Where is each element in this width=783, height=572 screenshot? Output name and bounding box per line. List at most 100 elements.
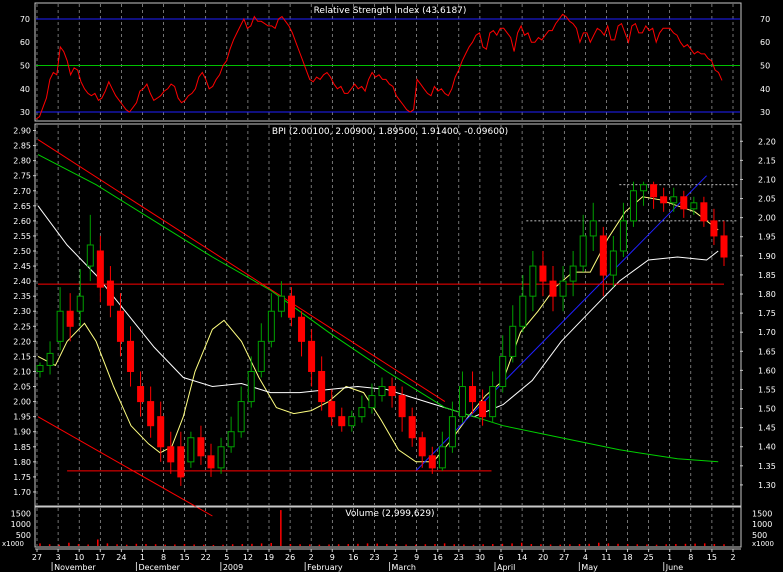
x-day-label: 8 bbox=[688, 553, 693, 562]
candle-body bbox=[398, 395, 406, 418]
price-tick-label: 2.00 bbox=[13, 398, 31, 407]
price-tick-label: 1.40 bbox=[758, 443, 776, 452]
candle-body bbox=[710, 220, 718, 237]
candle-body bbox=[700, 202, 708, 222]
candle-body bbox=[157, 416, 165, 448]
volume-units-left: x1000 bbox=[2, 540, 24, 548]
candle-body bbox=[227, 431, 235, 448]
candle-body bbox=[368, 395, 376, 409]
x-month-label: February bbox=[307, 563, 343, 572]
price-tick-label: 2.85 bbox=[13, 142, 31, 151]
candle-body bbox=[46, 352, 54, 366]
price-tick-label: 1.50 bbox=[758, 405, 776, 414]
price-tick-label: 2.15 bbox=[13, 352, 31, 361]
x-day-label: 3 bbox=[56, 553, 61, 562]
candle-body bbox=[287, 295, 295, 318]
candle-body bbox=[438, 446, 446, 469]
candle-body bbox=[519, 295, 527, 327]
price-tick-label: 1.70 bbox=[758, 328, 776, 337]
x-day-label: 9 bbox=[330, 553, 335, 562]
x-month-label: November bbox=[54, 563, 96, 572]
x-month-label: May bbox=[581, 563, 598, 572]
rsi-title: Relative Strength Index (43.6187) bbox=[314, 6, 467, 16]
volume-tick-label: 500 bbox=[752, 531, 767, 540]
rsi-tick-label: 50 bbox=[760, 61, 770, 70]
x-day-label: 24 bbox=[116, 553, 126, 562]
candle-body bbox=[670, 196, 678, 204]
price-title: BPI (2.00100, 2.00900, 1.89500, 1.91400,… bbox=[272, 127, 508, 137]
x-day-label: 9 bbox=[414, 553, 419, 562]
candle-body bbox=[217, 446, 225, 469]
rsi-tick-label: 40 bbox=[760, 85, 770, 94]
x-month-label: December bbox=[138, 563, 180, 572]
x-day-label: 11 bbox=[601, 553, 611, 562]
rsi-tick-label: 60 bbox=[20, 38, 30, 47]
candle-body bbox=[348, 416, 356, 427]
candle-body bbox=[257, 340, 265, 372]
candle-body bbox=[207, 455, 215, 469]
price-tick-label: 1.95 bbox=[13, 413, 31, 422]
x-day-label: 25 bbox=[644, 553, 654, 562]
candle-body bbox=[458, 386, 466, 418]
candle-body bbox=[267, 310, 275, 342]
price-tick-label: 1.80 bbox=[758, 290, 776, 299]
price-tick-label: 1.85 bbox=[758, 271, 776, 280]
candle-body bbox=[589, 220, 597, 237]
x-day-label: 1 bbox=[140, 553, 145, 562]
candle-body bbox=[187, 437, 195, 463]
x-day-label: 1 bbox=[667, 553, 672, 562]
candle-body bbox=[237, 401, 245, 433]
x-day-label: 27 bbox=[32, 553, 42, 562]
candle-body bbox=[106, 280, 114, 306]
price-tick-label: 1.75 bbox=[758, 309, 776, 318]
volume-title: Volume (2,999,629) bbox=[345, 509, 434, 519]
candle-body bbox=[298, 316, 306, 342]
price-tick-label: 2.55 bbox=[13, 232, 31, 241]
x-day-label: 27 bbox=[559, 553, 569, 562]
candle-body bbox=[328, 401, 336, 418]
x-day-label: 18 bbox=[622, 553, 632, 562]
price-tick-label: 2.10 bbox=[13, 367, 31, 376]
candle-body bbox=[559, 280, 567, 297]
price-tick-label: 1.85 bbox=[13, 443, 31, 452]
rsi-tick-label: 60 bbox=[760, 38, 770, 47]
candle-body bbox=[318, 370, 326, 403]
candle-body bbox=[489, 386, 497, 418]
price-tick-label: 2.20 bbox=[13, 337, 31, 346]
candle-body bbox=[338, 416, 346, 427]
price-tick-label: 2.90 bbox=[13, 127, 31, 136]
candle-body bbox=[358, 407, 366, 418]
candle-body bbox=[147, 401, 155, 427]
x-day-label: 26 bbox=[285, 553, 295, 562]
x-day-label: 16 bbox=[433, 553, 443, 562]
candle-body bbox=[177, 446, 185, 478]
candle-body bbox=[277, 295, 285, 312]
price-tick-label: 1.90 bbox=[13, 428, 31, 437]
candle-body bbox=[619, 220, 627, 252]
candle-body bbox=[599, 235, 607, 276]
price-tick-label: 2.05 bbox=[13, 383, 31, 392]
rsi-tick-label: 30 bbox=[20, 108, 30, 117]
candle-body bbox=[499, 355, 507, 388]
price-tick-label: 1.45 bbox=[758, 424, 776, 433]
price-tick-label: 2.80 bbox=[13, 157, 31, 166]
candle-body bbox=[408, 416, 416, 439]
x-month-label: June bbox=[665, 563, 684, 572]
price-tick-label: 2.65 bbox=[13, 202, 31, 211]
candle-body bbox=[197, 437, 205, 457]
candle-body bbox=[116, 310, 124, 342]
price-tick-label: 1.55 bbox=[758, 385, 776, 394]
price-tick-label: 2.15 bbox=[758, 156, 776, 165]
x-day-label: 16 bbox=[348, 553, 358, 562]
x-day-label: 19 bbox=[264, 553, 274, 562]
candle-body bbox=[640, 184, 648, 192]
candle-body bbox=[539, 265, 547, 282]
x-day-label: 30 bbox=[475, 553, 485, 562]
x-month-label: 2009 bbox=[223, 563, 243, 572]
candle-body bbox=[167, 446, 175, 463]
x-day-label: 23 bbox=[369, 553, 379, 562]
price-tick-label: 2.35 bbox=[13, 292, 31, 301]
rsi-tick-label: 70 bbox=[760, 15, 770, 24]
price-tick-label: 1.95 bbox=[758, 233, 776, 242]
rsi-tick-label: 40 bbox=[20, 85, 30, 94]
